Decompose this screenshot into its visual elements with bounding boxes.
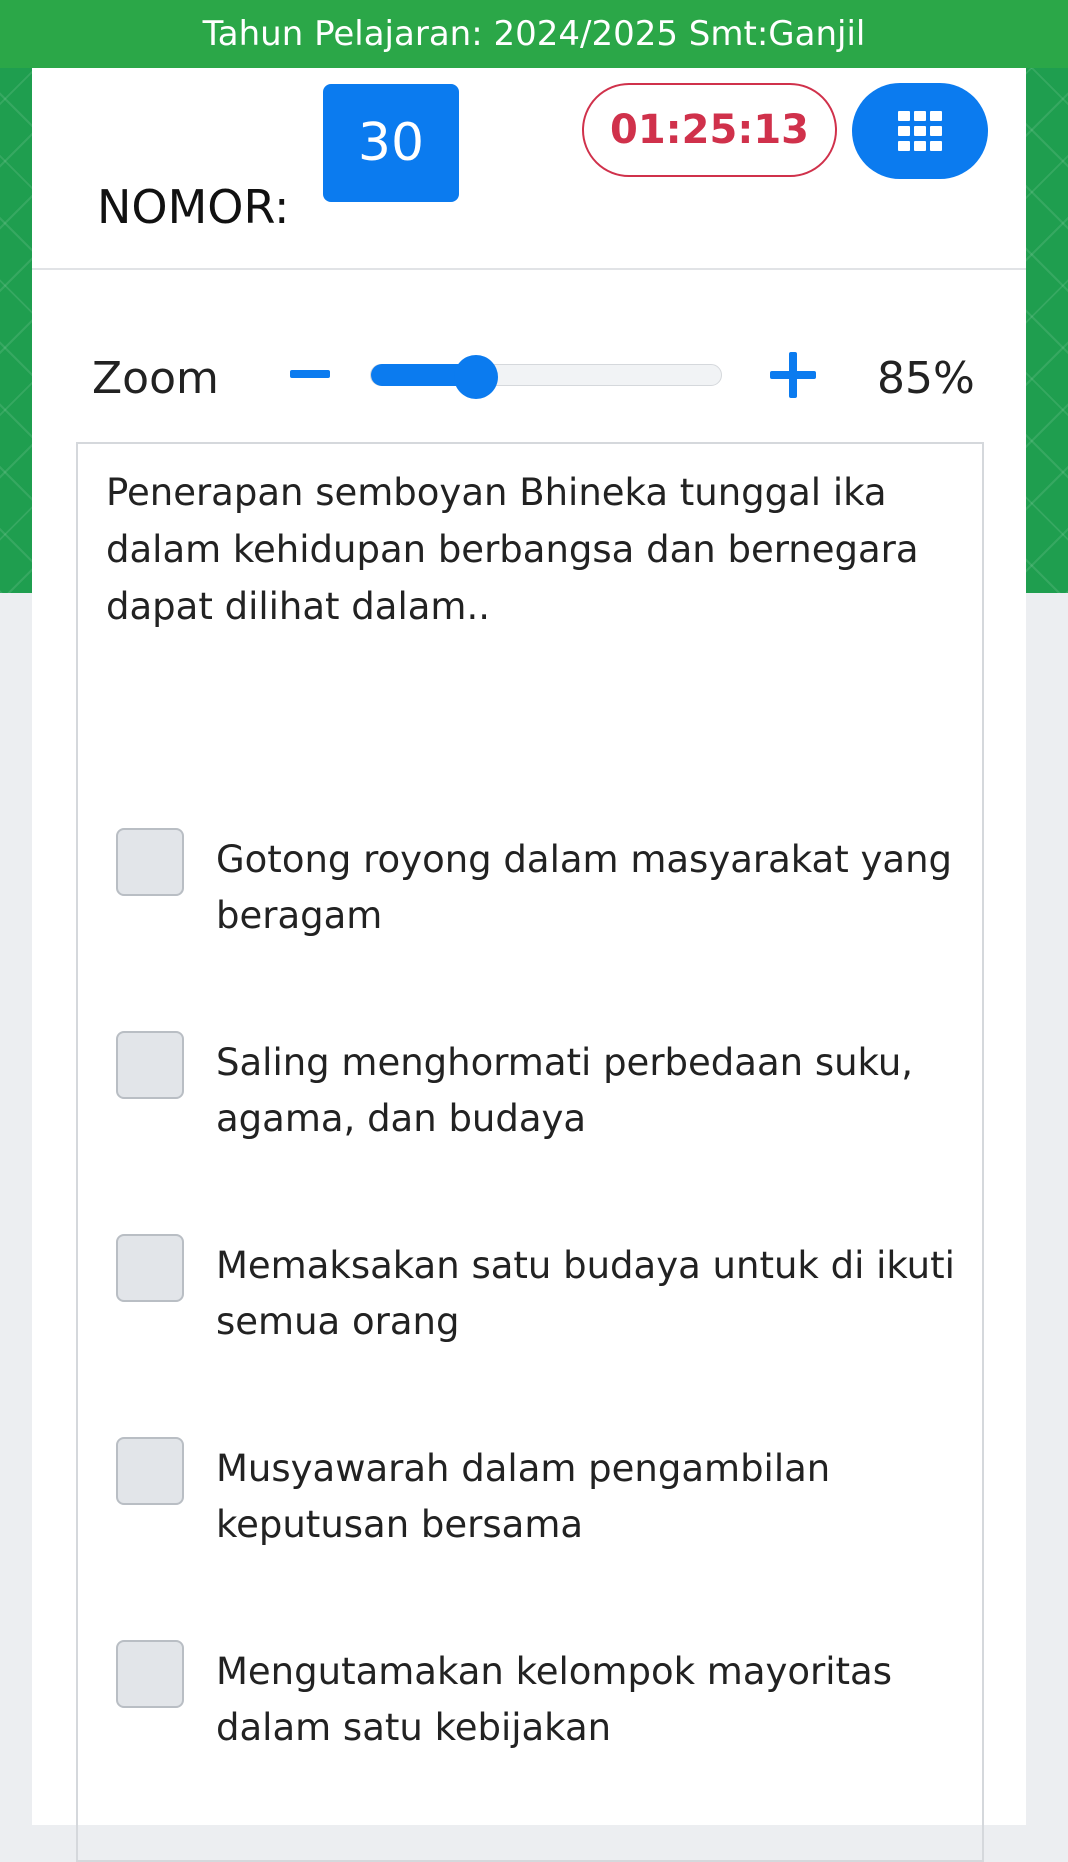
answer-option[interactable]: Musyawarah dalam pengambilan keputusan b… xyxy=(78,1437,984,1557)
question-box: Penerapan semboyan Bhineka tunggal ika d… xyxy=(76,442,984,1862)
zoom-in-button[interactable] xyxy=(770,352,816,398)
zoom-percentage: 85% xyxy=(877,353,975,404)
question-number-badge: 30 xyxy=(323,84,459,202)
academic-year-text: Tahun Pelajaran: 2024/2025 Smt:Ganjil xyxy=(202,14,866,54)
option-checkbox[interactable] xyxy=(116,1640,184,1708)
exam-card: NOMOR: 30 01:25:13 Zoom 85% Penerapan se… xyxy=(32,68,1026,1862)
header-bar: Tahun Pelajaran: 2024/2025 Smt:Ganjil xyxy=(0,0,1068,68)
option-text: Gotong royong dalam masyarakat yang bera… xyxy=(216,838,953,937)
zoom-out-button[interactable] xyxy=(282,354,338,394)
zoom-slider-thumb[interactable] xyxy=(454,355,498,399)
grid-icon xyxy=(898,111,942,151)
header-divider xyxy=(32,268,1026,270)
option-checkbox[interactable] xyxy=(116,1234,184,1302)
option-checkbox[interactable] xyxy=(116,1437,184,1505)
countdown-timer: 01:25:13 xyxy=(582,83,837,177)
zoom-label: Zoom xyxy=(92,353,219,404)
option-text: Saling menghormati perbedaan suku, agama… xyxy=(216,1041,914,1140)
answer-option[interactable]: Saling menghormati perbedaan suku, agama… xyxy=(78,1031,984,1151)
answer-option[interactable]: Memaksakan satu budaya untuk di ikuti se… xyxy=(78,1234,984,1354)
question-text: Penerapan semboyan Bhineka tunggal ika d… xyxy=(106,471,919,628)
question-grid-button[interactable] xyxy=(852,83,988,179)
minus-icon xyxy=(290,370,330,378)
option-checkbox[interactable] xyxy=(116,1031,184,1099)
answer-option[interactable]: Gotong royong dalam masyarakat yang bera… xyxy=(78,828,984,948)
option-checkbox[interactable] xyxy=(116,828,184,896)
question-number-label: NOMOR: xyxy=(97,180,290,234)
answer-option[interactable]: Mengutamakan kelompok mayoritas dalam sa… xyxy=(78,1640,984,1760)
zoom-slider[interactable] xyxy=(370,355,722,399)
option-text: Memaksakan satu budaya untuk di ikuti se… xyxy=(216,1244,955,1343)
option-text: Mengutamakan kelompok mayoritas dalam sa… xyxy=(216,1650,892,1749)
option-text: Musyawarah dalam pengambilan keputusan b… xyxy=(216,1447,831,1546)
